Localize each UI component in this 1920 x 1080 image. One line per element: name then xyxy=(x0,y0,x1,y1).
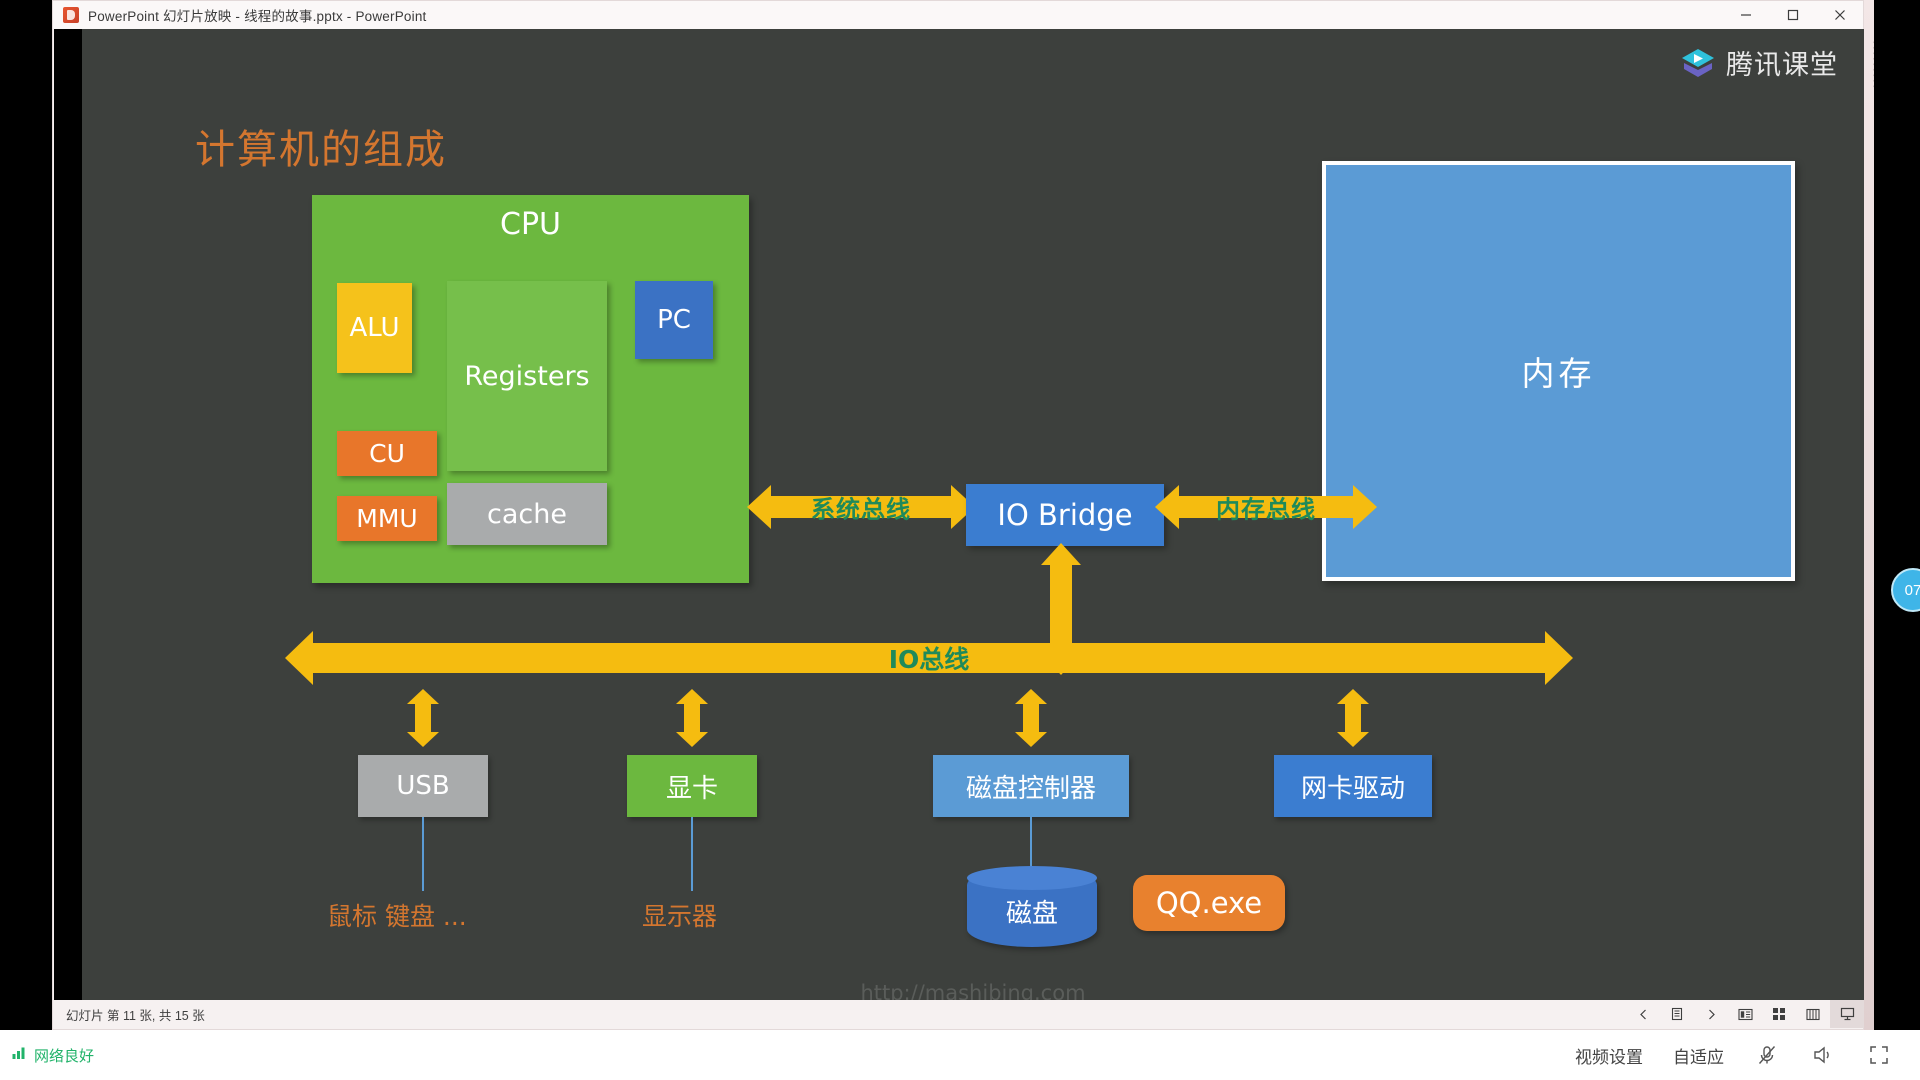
memory-label: 内存 xyxy=(1521,354,1596,393)
slide-sorter-button[interactable] xyxy=(1762,1000,1796,1028)
slideshow-button[interactable] xyxy=(1830,1000,1864,1028)
cpu-block: CPU ALU Registers PC CU MMU cache xyxy=(312,195,749,583)
screen-root: PowerPoint 幻灯片放映 - 线程的故事.pptx - PowerPoi… xyxy=(0,0,1920,1080)
arrow-shaft xyxy=(684,703,700,733)
tencent-mark-icon xyxy=(1679,44,1717,82)
system-bus-arrow: 系统总线 xyxy=(747,484,975,530)
io-bus-label: IO总线 xyxy=(888,645,970,674)
powerpoint-status-bar: 幻灯片 第 11 张, 共 15 张 xyxy=(54,1000,1864,1028)
previous-slide-button[interactable] xyxy=(1626,1000,1660,1028)
device-usb: USB xyxy=(358,755,488,817)
app-bottom-bar: 网络良好 视频设置 自适应 xyxy=(0,1030,1920,1080)
disk-controller-connector-arrow xyxy=(1012,689,1050,747)
arrow-head-down-icon xyxy=(407,732,439,747)
watermark-url: http://mashibing.com xyxy=(860,981,1086,1002)
mic-muted-icon[interactable] xyxy=(1754,1042,1780,1068)
arrow-head-up-icon xyxy=(407,689,439,704)
cpu-part-mmu: MMU xyxy=(337,496,437,541)
arrow-shaft xyxy=(415,703,431,733)
process-qq-exe: QQ.exe xyxy=(1133,875,1285,931)
maximize-button[interactable] xyxy=(1769,1,1816,29)
minimize-button[interactable] xyxy=(1722,1,1769,29)
arrow-shaft xyxy=(1023,703,1039,733)
cpu-part-pc: PC xyxy=(635,281,713,359)
tencent-brand-text: 腾讯课堂 xyxy=(1726,50,1838,81)
gpu-peripheral-line xyxy=(691,817,693,891)
arrow-shaft xyxy=(1345,703,1361,733)
arrow-head-down-icon xyxy=(1337,732,1369,747)
memory-bus-label: 内存总线 xyxy=(1216,495,1316,524)
bottom-bar-controls: 视频设置 自适应 xyxy=(1575,1042,1892,1068)
reading-view-button[interactable] xyxy=(1728,1000,1762,1028)
slide-title: 计算机的组成 xyxy=(195,127,447,173)
powerpoint-window: PowerPoint 幻灯片放映 - 线程的故事.pptx - PowerPoi… xyxy=(52,0,1864,1030)
window-controls xyxy=(1722,1,1863,29)
speaker-icon[interactable] xyxy=(1810,1042,1836,1068)
signal-bars-icon xyxy=(12,1046,28,1064)
device-graphics-card: 显卡 xyxy=(627,755,757,817)
arrow-head-down-icon xyxy=(676,732,708,747)
cpu-part-alu: ALU xyxy=(337,283,412,373)
notes-view-button[interactable] xyxy=(1796,1000,1830,1028)
io-bus-arrow: IO总线 xyxy=(285,631,1573,685)
cpu-part-cache: cache xyxy=(447,483,607,545)
nic-connector-arrow xyxy=(1334,689,1372,747)
arrow-head-up-icon xyxy=(676,689,708,704)
fullscreen-icon[interactable] xyxy=(1866,1042,1892,1068)
io-bridge-block: IO Bridge xyxy=(966,484,1164,546)
cpu-part-cu: CU xyxy=(337,431,437,476)
arrow-head-up-icon xyxy=(1337,689,1369,704)
network-status-label: 网络良好 xyxy=(34,1046,95,1065)
side-panel-ghost-text: 。。。。。。。。。 xyxy=(1865,40,1874,95)
gpu-connector-arrow xyxy=(673,689,711,747)
disk-link-line xyxy=(1030,817,1032,869)
device-network-card: 网卡驱动 xyxy=(1274,755,1432,817)
slide-counter: 幻灯片 第 11 张, 共 15 张 xyxy=(66,1008,205,1023)
next-slide-button[interactable] xyxy=(1694,1000,1728,1028)
memory-bus-arrow: 内存总线 xyxy=(1155,484,1377,530)
disk-cylinder: 磁盘 xyxy=(967,866,1097,947)
video-settings-button[interactable]: 视频设置 xyxy=(1575,1043,1643,1068)
powerpoint-icon xyxy=(63,7,79,23)
window-title: PowerPoint 幻灯片放映 - 线程的故事.pptx - PowerPoi… xyxy=(88,9,427,24)
slide-canvas[interactable]: 腾讯课堂 计算机的组成 CPU ALU Registers PC CU MMU … xyxy=(82,29,1864,1002)
memory-block: 内存 xyxy=(1322,161,1795,581)
status-bar-tools xyxy=(1626,1000,1864,1028)
usb-peripheral-line xyxy=(422,817,424,891)
monitor-caption: 显示器 xyxy=(642,902,718,931)
display-mode-button[interactable]: 自适应 xyxy=(1673,1043,1724,1068)
device-disk-controller: 磁盘控制器 xyxy=(933,755,1129,817)
network-status: 网络良好 xyxy=(12,1045,94,1066)
system-bus-label: 系统总线 xyxy=(811,495,911,524)
collapsed-side-panel[interactable]: 。。。。。。。。。 xyxy=(1864,0,1874,1030)
tencent-classroom-logo: 腾讯课堂 xyxy=(1679,43,1838,82)
close-button[interactable] xyxy=(1816,1,1863,29)
arrow-head-down-icon xyxy=(1015,732,1047,747)
cpu-label: CPU xyxy=(500,207,561,242)
usb-connector-arrow xyxy=(404,689,442,747)
side-panel-badge[interactable]: 07 xyxy=(1891,568,1920,612)
cpu-part-registers: Registers xyxy=(447,281,607,471)
usb-peripherals-caption: 鼠标 键盘 ... xyxy=(327,902,467,931)
disk-label: 磁盘 xyxy=(1005,898,1058,929)
arrow-head-up-icon xyxy=(1041,543,1081,565)
pen-tools-button[interactable] xyxy=(1660,1000,1694,1028)
title-bar: PowerPoint 幻灯片放映 - 线程的故事.pptx - PowerPoi… xyxy=(53,1,1863,29)
arrow-head-up-icon xyxy=(1015,689,1047,704)
slideshow-stage[interactable]: 腾讯课堂 计算机的组成 CPU ALU Registers PC CU MMU … xyxy=(54,29,1864,1002)
